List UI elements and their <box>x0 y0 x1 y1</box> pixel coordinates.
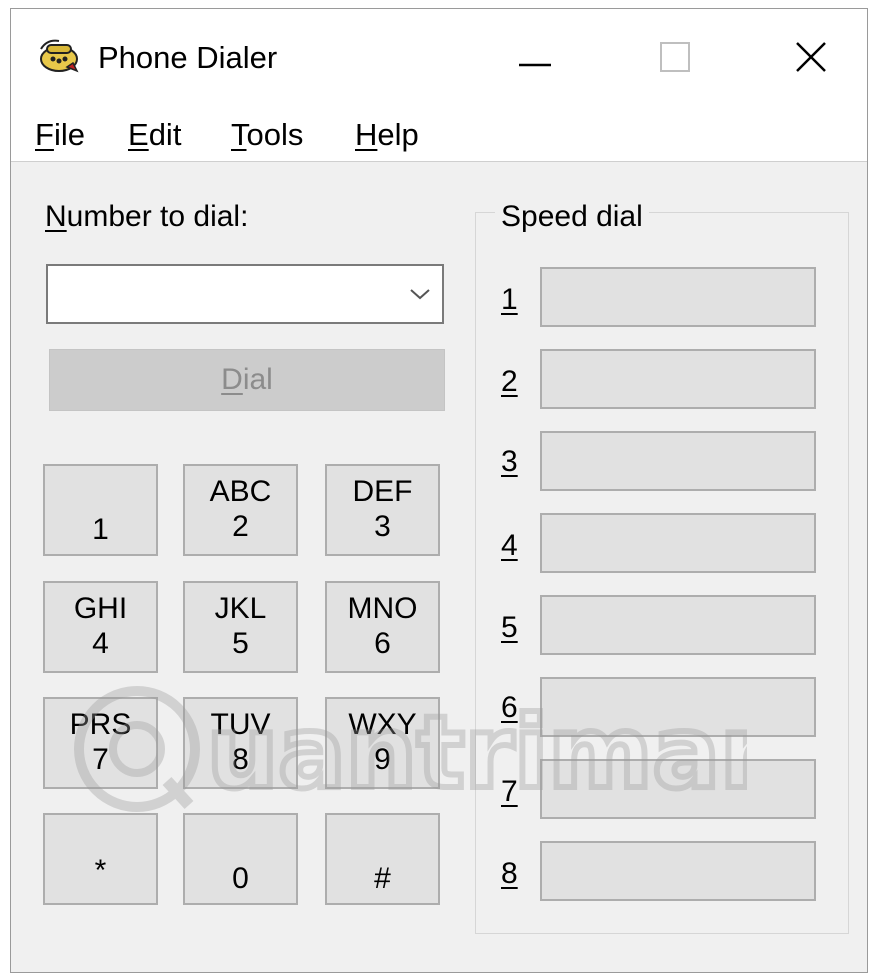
phone-dialer-window: Phone Dialer File Edit Tools Help Number… <box>10 8 868 973</box>
menu-tools-label: ools <box>246 117 304 152</box>
key-digit: 1 <box>92 513 109 546</box>
dial-label: ial <box>242 363 273 396</box>
close-icon <box>796 42 826 72</box>
menu-tools[interactable]: Tools <box>231 117 303 153</box>
key-7[interactable]: PRS 7 <box>43 697 158 789</box>
speed-dial-button-8[interactable] <box>540 841 816 901</box>
minimize-button[interactable] <box>505 29 565 85</box>
key-8[interactable]: TUV 8 <box>183 697 298 789</box>
menu-file-label: ile <box>53 117 85 152</box>
speed-dial-number-2: 2 <box>501 365 518 398</box>
key-3[interactable]: DEF 3 <box>325 464 440 556</box>
key-digit: # <box>374 862 391 895</box>
number-to-dial-label: Number to dial: <box>45 199 248 235</box>
speed-dial-title: Speed dial <box>495 199 649 235</box>
key-hash[interactable]: # <box>325 813 440 905</box>
dial-mnemonic: D <box>221 363 243 396</box>
chevron-down-icon[interactable] <box>406 282 434 306</box>
window-title: Phone Dialer <box>98 40 278 75</box>
key-digit: 2 <box>232 510 249 543</box>
key-5[interactable]: JKL 5 <box>183 581 298 673</box>
number-label-mnemonic: N <box>45 200 67 233</box>
menu-tools-mnemonic: T <box>231 117 247 152</box>
number-label-text: umber to dial: <box>66 200 249 233</box>
minimize-icon <box>519 63 551 67</box>
key-digit: 3 <box>374 510 391 543</box>
menu-bar: File Edit Tools Help <box>11 107 867 162</box>
key-letters: MNO <box>347 592 418 625</box>
close-button[interactable] <box>781 29 841 85</box>
menu-file-mnemonic: F <box>35 117 54 152</box>
speed-dial-button-3[interactable] <box>540 431 816 491</box>
key-digit: 8 <box>232 743 249 776</box>
speed-dial-button-1[interactable] <box>540 267 816 327</box>
menu-edit[interactable]: Edit <box>128 117 181 153</box>
speed-dial-number-8: 8 <box>501 857 518 890</box>
key-4[interactable]: GHI 4 <box>43 581 158 673</box>
key-letters: TUV <box>210 708 271 741</box>
menu-help-mnemonic: H <box>355 117 378 152</box>
number-to-dial-combobox[interactable] <box>46 264 444 324</box>
key-letters: ABC <box>209 475 272 508</box>
key-digit: 6 <box>374 627 391 660</box>
key-digit: 4 <box>92 627 109 660</box>
dial-button[interactable]: Dial <box>49 349 445 411</box>
key-digit: 5 <box>232 627 249 660</box>
speed-dial-button-6[interactable] <box>540 677 816 737</box>
menu-help-label: elp <box>377 117 419 152</box>
speed-dial-number-3: 3 <box>501 445 518 478</box>
key-letters: GHI <box>73 592 128 625</box>
speed-dial-number-7: 7 <box>501 775 518 808</box>
speed-dial-button-4[interactable] <box>540 513 816 573</box>
title-bar[interactable]: Phone Dialer <box>11 9 867 107</box>
number-to-dial-input[interactable] <box>54 274 398 316</box>
key-digit: * <box>94 854 107 887</box>
key-letters: JKL <box>214 592 267 625</box>
key-star[interactable]: * <box>43 813 158 905</box>
menu-file[interactable]: File <box>35 117 85 153</box>
maximize-icon <box>660 42 690 72</box>
menu-help[interactable]: Help <box>355 117 419 153</box>
key-letters: PRS <box>69 708 132 741</box>
key-1[interactable]: 1 <box>43 464 158 556</box>
speed-dial-number-4: 4 <box>501 529 518 562</box>
speed-dial-button-5[interactable] <box>540 595 816 655</box>
key-9[interactable]: WXY 9 <box>325 697 440 789</box>
menu-edit-mnemonic: E <box>128 117 149 152</box>
key-6[interactable]: MNO 6 <box>325 581 440 673</box>
speed-dial-number-5: 5 <box>501 611 518 644</box>
speed-dial-number-6: 6 <box>501 691 518 724</box>
speed-dial-button-2[interactable] <box>540 349 816 409</box>
speed-dial-number-1: 1 <box>501 283 518 316</box>
menu-edit-label: dit <box>148 117 182 152</box>
key-letters: DEF <box>352 475 413 508</box>
phone-dialer-app-icon <box>37 37 83 75</box>
key-letters: WXY <box>348 708 417 741</box>
key-digit: 0 <box>232 862 249 895</box>
maximize-button[interactable] <box>645 29 705 85</box>
key-digit: 7 <box>92 743 109 776</box>
key-0[interactable]: 0 <box>183 813 298 905</box>
key-2[interactable]: ABC 2 <box>183 464 298 556</box>
speed-dial-button-7[interactable] <box>540 759 816 819</box>
key-digit: 9 <box>374 743 391 776</box>
